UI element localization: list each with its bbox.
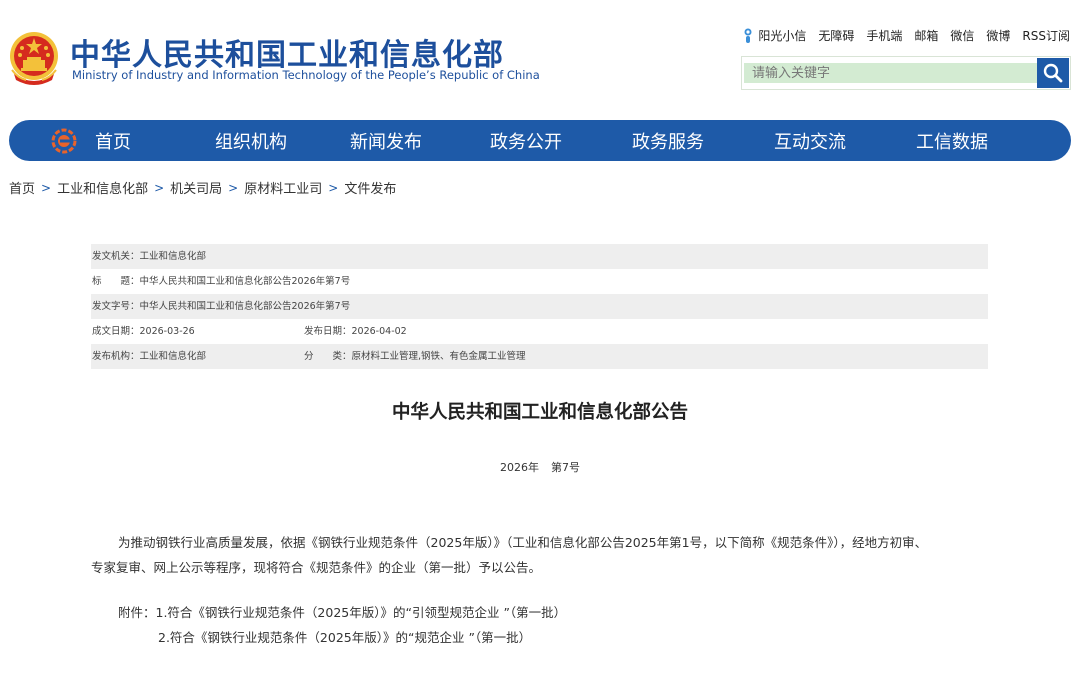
attachment-link-1[interactable]: 附件：1.符合《钢铁行业规范条件（2025年版）》的“引领型规范企业 ”（第一批…: [118, 602, 1023, 621]
search-button[interactable]: [1037, 58, 1069, 88]
meta-written-date: 成文日期：2026-03-26: [92, 326, 195, 337]
national-emblem-icon[interactable]: [8, 30, 60, 86]
top-link-label: 阳光小信: [758, 29, 807, 43]
nav-item-news[interactable]: 新闻发布: [321, 128, 451, 154]
breadcrumb: 首页 > 工业和信息化部 > 机关司局 > 原材料工业司 > 文件发布: [9, 178, 396, 198]
meta-row-issuer: 发文机关：工业和信息化部: [91, 244, 988, 269]
meta-title: 标 题：中华人民共和国工业和信息化部公告2026年第7号: [92, 276, 351, 287]
miit-logo-icon[interactable]: [51, 128, 77, 154]
search-input[interactable]: [744, 63, 1037, 83]
nav-item-interaction[interactable]: 互动交流: [735, 128, 885, 154]
nav-item-services[interactable]: 政务服务: [603, 128, 733, 154]
attachment-link-2[interactable]: 2.符合《钢铁行业规范条件（2025年版）》的“规范企业 ”（第一批）: [158, 627, 1063, 646]
document-year: 2026年: [500, 461, 539, 474]
meta-doc-number: 发文字号：中华人民共和国工业和信息化部公告2026年第7号: [92, 301, 351, 312]
meta-publish-date: 发布日期：2026-04-02: [304, 326, 407, 337]
meta-category: 分 类：原材料工业管理,钢铁、有色金属工业管理: [304, 351, 526, 362]
top-link-weibo[interactable]: 微博: [986, 27, 1010, 44]
top-link-rss[interactable]: RSS订阅: [1022, 27, 1070, 44]
document-title: 中华人民共和国工业和信息化部公告: [391, 402, 688, 423]
meta-row-dates: 成文日期：2026-03-26 发布日期：2026-04-02: [91, 319, 988, 344]
breadcrumb-item-raw-materials[interactable]: 原材料工业司: [244, 178, 322, 197]
breadcrumb-item-departments[interactable]: 机关司局: [170, 178, 222, 197]
nav-item-home[interactable]: 首页: [83, 128, 143, 154]
breadcrumb-separator: >: [228, 180, 239, 195]
meta-publisher: 发布机构：工业和信息化部: [92, 351, 207, 362]
document-metadata: 发文机关：工业和信息化部 标 题：中华人民共和国工业和信息化部公告2026年第7…: [91, 244, 988, 369]
nav-item-government-affairs[interactable]: 政务公开: [451, 128, 601, 154]
site-header: 中华人民共和国工业和信息化部 Ministry of Industry and …: [0, 0, 1080, 110]
body-paragraph-line-1: 为推动钢铁行业高质量发展，依据《钢铁行业规范条件（2025年版）》（工业和信息化…: [118, 535, 928, 550]
site-subtitle: Ministry of Industry and Information Tec…: [72, 68, 540, 82]
top-link-wechat[interactable]: 微信: [950, 27, 974, 44]
breadcrumb-separator: >: [41, 180, 52, 195]
top-links: 阳光小信 无障碍 手机端 邮箱 微信 微博 RSS订阅: [730, 27, 1070, 44]
nav-item-data[interactable]: 工信数据: [887, 128, 1017, 154]
body-paragraph-line-2: 专家复审、网上公示等程序，现将符合《规范条件》的企业（第一批）予以公告。: [91, 560, 542, 575]
breadcrumb-separator: >: [328, 180, 339, 195]
top-link-mobile[interactable]: 手机端: [866, 27, 902, 44]
search-box: [741, 56, 1071, 90]
document-number: 2026年 第7号: [0, 459, 1080, 475]
document-issue: 第7号: [551, 461, 580, 474]
meta-row-publisher: 发布机构：工业和信息化部 分 类：原材料工业管理,钢铁、有色金属工业管理: [91, 344, 988, 369]
breadcrumb-separator: >: [154, 180, 165, 195]
meta-issuer: 发文机关：工业和信息化部: [92, 251, 207, 262]
nav-item-organization[interactable]: 组织机构: [177, 128, 325, 154]
breadcrumb-item-home[interactable]: 首页: [9, 178, 35, 197]
meta-row-title: 标 题：中华人民共和国工业和信息化部公告2026年第7号: [91, 269, 988, 294]
sun-mascot-icon: [744, 28, 752, 43]
top-link-mail[interactable]: 邮箱: [914, 27, 938, 44]
meta-row-doc-number: 发文字号：中华人民共和国工业和信息化部公告2026年第7号: [91, 294, 988, 319]
breadcrumb-item-ministry[interactable]: 工业和信息化部: [57, 178, 148, 197]
top-link-accessibility[interactable]: 无障碍: [818, 27, 854, 44]
breadcrumb-item-documents[interactable]: 文件发布: [344, 178, 396, 197]
search-icon: [1043, 63, 1063, 83]
main-nav: 首页 组织机构 新闻发布 政务公开 政务服务 互动交流 工信数据: [9, 120, 1071, 161]
top-link-sunshine[interactable]: 阳光小信: [742, 27, 806, 44]
